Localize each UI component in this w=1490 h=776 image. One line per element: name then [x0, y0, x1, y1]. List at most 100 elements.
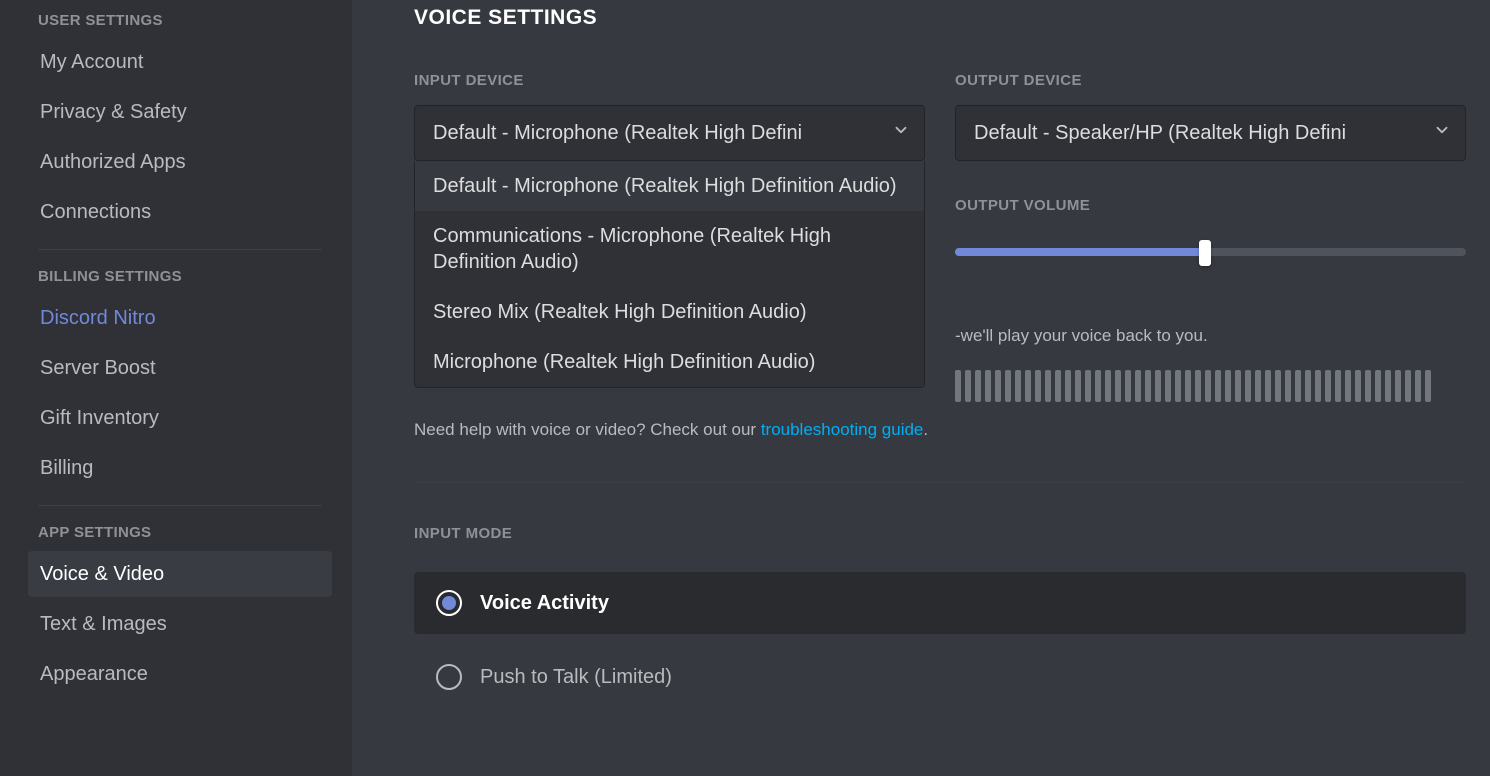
level-bar — [1095, 370, 1101, 402]
help-prefix: Need help with voice or video? Check out… — [414, 420, 761, 439]
level-bar — [1045, 370, 1051, 402]
level-bar — [1085, 370, 1091, 402]
level-bar — [1405, 370, 1411, 402]
level-bar — [1005, 370, 1011, 402]
sidebar-item-voice-video[interactable]: Voice & Video — [28, 551, 332, 597]
level-bar — [1035, 370, 1041, 402]
level-bar — [1285, 370, 1291, 402]
level-bar — [1395, 370, 1401, 402]
level-bar — [1305, 370, 1311, 402]
input-device-selected-value: Default - Microphone (Realtek High Defin… — [433, 122, 802, 145]
sidebar-item-gift-inventory[interactable]: Gift Inventory — [28, 395, 332, 441]
page-title: VOICE SETTINGS — [414, 6, 1466, 30]
level-bar — [1025, 370, 1031, 402]
level-bar — [1125, 370, 1131, 402]
section-header-app-settings: APP SETTINGS — [38, 524, 332, 541]
level-bar — [1275, 370, 1281, 402]
sidebar-item-connections[interactable]: Connections — [28, 189, 332, 235]
sidebar-divider — [38, 249, 322, 250]
input-device-label: INPUT DEVICE — [414, 72, 925, 89]
level-bar — [985, 370, 991, 402]
level-bar — [1145, 370, 1151, 402]
sidebar-item-appearance[interactable]: Appearance — [28, 651, 332, 697]
input-device-options: Default - Microphone (Realtek High Defin… — [414, 161, 925, 388]
help-suffix: . — [923, 420, 928, 439]
level-bar — [1375, 370, 1381, 402]
level-bar — [975, 370, 981, 402]
sidebar-item-server-boost[interactable]: Server Boost — [28, 345, 332, 391]
section-header-billing-settings: BILLING SETTINGS — [38, 268, 332, 285]
level-bar — [1235, 370, 1241, 402]
sidebar-item-privacy-safety[interactable]: Privacy & Safety — [28, 89, 332, 135]
slider-fill — [955, 248, 1205, 256]
output-device-column: OUTPUT DEVICE Default - Speaker/HP (Real… — [955, 72, 1466, 402]
level-bar — [1165, 370, 1171, 402]
output-volume-slider[interactable] — [955, 236, 1466, 264]
input-device-option[interactable]: Stereo Mix (Realtek High Definition Audi… — [415, 287, 924, 337]
level-bar — [1265, 370, 1271, 402]
input-device-column: INPUT DEVICE Default - Microphone (Realt… — [414, 72, 925, 402]
level-bar — [1335, 370, 1341, 402]
section-header-user-settings: USER SETTINGS — [38, 12, 332, 29]
input-mode-label: INPUT MODE — [414, 525, 1466, 542]
level-bar — [1155, 370, 1161, 402]
output-device-selected-value: Default - Speaker/HP (Realtek High Defin… — [974, 122, 1346, 145]
level-bar — [1225, 370, 1231, 402]
sidebar-item-billing[interactable]: Billing — [28, 445, 332, 491]
level-bar — [1365, 370, 1371, 402]
input-mode-push-to-talk[interactable]: Push to Talk (Limited) — [414, 646, 1466, 708]
level-bar — [1065, 370, 1071, 402]
sidebar-divider — [38, 505, 322, 506]
radio-icon — [436, 590, 462, 616]
input-device-option[interactable]: Default - Microphone (Realtek High Defin… — [415, 161, 924, 211]
level-bar — [1015, 370, 1021, 402]
input-device-option[interactable]: Communications - Microphone (Realtek Hig… — [415, 211, 924, 287]
output-device-label: OUTPUT DEVICE — [955, 72, 1466, 89]
level-bar — [1135, 370, 1141, 402]
sidebar-item-authorized-apps[interactable]: Authorized Apps — [28, 139, 332, 185]
level-bar — [995, 370, 1001, 402]
level-bar — [1185, 370, 1191, 402]
input-device-option[interactable]: Microphone (Realtek High Definition Audi… — [415, 337, 924, 387]
level-bar — [1115, 370, 1121, 402]
input-device-select[interactable]: Default - Microphone (Realtek High Defin… — [414, 105, 925, 161]
level-bar — [1315, 370, 1321, 402]
level-bar — [1195, 370, 1201, 402]
settings-sidebar: USER SETTINGS My Account Privacy & Safet… — [0, 0, 352, 776]
sidebar-item-my-account[interactable]: My Account — [28, 39, 332, 85]
mic-level-meter — [955, 370, 1466, 402]
level-bar — [1215, 370, 1221, 402]
level-bar — [1205, 370, 1211, 402]
level-bar — [1105, 370, 1111, 402]
chevron-down-icon — [1433, 121, 1451, 145]
output-volume-label: OUTPUT VOLUME — [955, 197, 1466, 214]
level-bar — [1245, 370, 1251, 402]
level-bar — [1355, 370, 1361, 402]
level-bar — [1075, 370, 1081, 402]
sidebar-item-discord-nitro[interactable]: Discord Nitro — [28, 295, 332, 341]
output-device-select[interactable]: Default - Speaker/HP (Realtek High Defin… — [955, 105, 1466, 161]
level-bar — [1425, 370, 1431, 402]
settings-content: VOICE SETTINGS INPUT DEVICE Default - Mi… — [352, 0, 1490, 776]
radio-label: Push to Talk (Limited) — [480, 666, 672, 689]
troubleshooting-link[interactable]: troubleshooting guide — [761, 420, 924, 439]
level-bar — [1175, 370, 1181, 402]
chevron-down-icon — [892, 121, 910, 145]
level-bar — [1385, 370, 1391, 402]
level-bar — [955, 370, 961, 402]
mic-test-description-trail: -we'll play your voice back to you. — [955, 326, 1466, 346]
level-bar — [1255, 370, 1261, 402]
level-bar — [1325, 370, 1331, 402]
radio-label: Voice Activity — [480, 592, 609, 615]
radio-icon — [436, 664, 462, 690]
level-bar — [1415, 370, 1421, 402]
sidebar-item-text-images[interactable]: Text & Images — [28, 601, 332, 647]
level-bar — [965, 370, 971, 402]
level-bar — [1055, 370, 1061, 402]
help-line: Need help with voice or video? Check out… — [414, 420, 1466, 440]
content-divider — [414, 482, 1466, 483]
input-mode-voice-activity[interactable]: Voice Activity — [414, 572, 1466, 634]
level-bar — [1295, 370, 1301, 402]
slider-thumb[interactable] — [1199, 240, 1211, 266]
level-bar — [1345, 370, 1351, 402]
